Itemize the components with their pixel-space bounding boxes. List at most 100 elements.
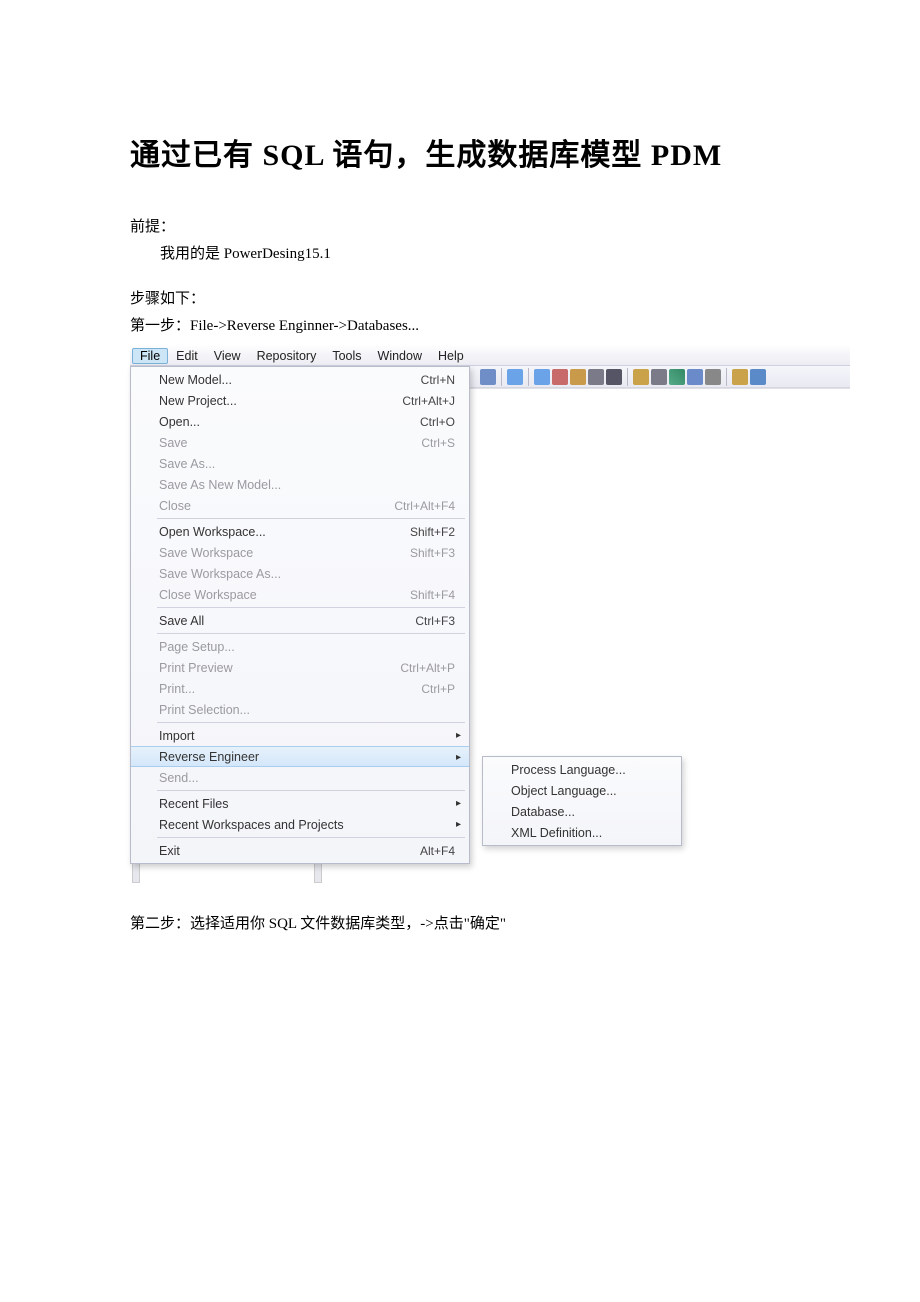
menu-separator (157, 722, 465, 723)
menu-item[interactable]: Recent Workspaces and Projects▸ (131, 814, 469, 835)
menu-item-label: New Model... (159, 373, 421, 387)
menu-separator (157, 633, 465, 634)
toolbar-icon[interactable] (552, 369, 568, 385)
toolbar-icon[interactable] (651, 369, 667, 385)
toolbar-icon[interactable] (480, 369, 496, 385)
file-menu-dropdown: New Model...Ctrl+NNew Project...Ctrl+Alt… (130, 366, 470, 864)
menu-item-label: Reverse Engineer (159, 750, 459, 764)
submenu-arrow-icon: ▸ (456, 730, 461, 741)
menu-item-label: Save Workspace (159, 546, 410, 560)
menu-separator (157, 790, 465, 791)
toolbar-icon[interactable] (507, 369, 523, 385)
menu-item-label: Send... (159, 771, 459, 785)
menu-item[interactable]: Open...Ctrl+O (131, 411, 469, 432)
menu-separator (157, 837, 465, 838)
menu-item-label: Page Setup... (159, 640, 459, 654)
menu-item-label: Open... (159, 415, 420, 429)
menu-item: Print PreviewCtrl+Alt+P (131, 657, 469, 678)
premise-body: 我用的是 PowerDesing15.1 (130, 241, 790, 268)
doc-title: 通过已有 SQL 语句，生成数据库模型 PDM (130, 130, 790, 174)
toolbar-icon[interactable] (732, 369, 748, 385)
menu-item-shortcut: Ctrl+Alt+F4 (394, 499, 459, 513)
menu-item-shortcut: Ctrl+P (421, 682, 459, 696)
menu-repository[interactable]: Repository (249, 348, 325, 364)
menu-item[interactable]: Open Workspace...Shift+F2 (131, 521, 469, 542)
document-page: 通过已有 SQL 语句，生成数据库模型 PDM 前提： 我用的是 PowerDe… (0, 0, 920, 1302)
menu-item[interactable]: New Project...Ctrl+Alt+J (131, 390, 469, 411)
menu-item-shortcut: Ctrl+S (421, 436, 459, 450)
menu-item-label: Recent Files (159, 797, 459, 811)
menu-item-label: Close (159, 499, 394, 513)
toolbar-icon[interactable] (687, 369, 703, 385)
menu-item[interactable]: Save AllCtrl+F3 (131, 610, 469, 631)
menu-item: Save WorkspaceShift+F3 (131, 542, 469, 563)
menu-file[interactable]: File (132, 348, 168, 364)
menu-item-shortcut: Ctrl+N (421, 373, 459, 387)
menu-item-label: Save Workspace As... (159, 567, 459, 581)
menu-tools[interactable]: Tools (324, 348, 369, 364)
menu-item-label: XML Definition... (511, 826, 602, 840)
menu-item: Save As New Model... (131, 474, 469, 495)
toolbar-icon[interactable] (750, 369, 766, 385)
menu-item: Print Selection... (131, 699, 469, 720)
menu-item-label: Import (159, 729, 459, 743)
menu-item-label: Save All (159, 614, 415, 628)
menu-item[interactable]: Import▸ (131, 725, 469, 746)
menu-separator (157, 518, 465, 519)
toolbar-icon[interactable] (606, 369, 622, 385)
menu-edit[interactable]: Edit (168, 348, 206, 364)
menu-item-label: Recent Workspaces and Projects (159, 818, 459, 832)
submenu-arrow-icon: ▸ (456, 798, 461, 809)
menu-item-shortcut: Ctrl+Alt+P (400, 661, 459, 675)
menu-item-shortcut: Shift+F3 (410, 546, 459, 560)
menu-item[interactable]: Recent Files▸ (131, 793, 469, 814)
toolbar-icon[interactable] (570, 369, 586, 385)
menu-window[interactable]: Window (370, 348, 430, 364)
menu-help[interactable]: Help (430, 348, 472, 364)
menu-item-label: Open Workspace... (159, 525, 410, 539)
menu-item-label: Save As... (159, 457, 459, 471)
menu-item[interactable]: ExitAlt+F4 (131, 840, 469, 861)
menu-item: SaveCtrl+S (131, 432, 469, 453)
menu-item-label: Close Workspace (159, 588, 410, 602)
premise-label: 前提： (130, 214, 790, 241)
menu-item-label: Print Preview (159, 661, 400, 675)
toolbar-text-icon[interactable] (705, 369, 721, 385)
menu-item-label: Database... (511, 805, 575, 819)
menu-item: Close WorkspaceShift+F4 (131, 584, 469, 605)
menu-item: Send... (131, 767, 469, 788)
menu-item: Save As... (131, 453, 469, 474)
submenu-xml-definition[interactable]: XML Definition... (483, 822, 681, 843)
menu-item[interactable]: Reverse Engineer▸ (131, 746, 469, 767)
menu-item-shortcut: Alt+F4 (420, 844, 459, 858)
menu-item-label: Exit (159, 844, 420, 858)
menu-separator (157, 607, 465, 608)
menu-item[interactable]: New Model...Ctrl+N (131, 369, 469, 390)
menu-item: Print...Ctrl+P (131, 678, 469, 699)
toolbar-icon[interactable] (669, 369, 685, 385)
submenu-arrow-icon: ▸ (456, 819, 461, 830)
menu-item-label: Object Language... (511, 784, 617, 798)
menubar: File Edit View Repository Tools Window H… (130, 346, 850, 366)
toolbar-icon[interactable] (633, 369, 649, 385)
menu-view[interactable]: View (206, 348, 249, 364)
submenu-object-language[interactable]: Object Language... (483, 780, 681, 801)
menu-item: Page Setup... (131, 636, 469, 657)
menu-item-label: Save As New Model... (159, 478, 459, 492)
reverse-engineer-submenu: Process Language... Object Language... D… (482, 756, 682, 846)
menu-item-label: Process Language... (511, 763, 626, 777)
submenu-arrow-icon: ▸ (456, 752, 461, 763)
menu-item-label: Print Selection... (159, 703, 459, 717)
menu-item-label: Save (159, 436, 421, 450)
toolbar-icon[interactable] (534, 369, 550, 385)
menu-item-label: New Project... (159, 394, 402, 408)
menu-item-shortcut: Shift+F2 (410, 525, 459, 539)
step-1: 第一步：File->Reverse Enginner->Databases... (130, 313, 790, 340)
submenu-database[interactable]: Database... (483, 801, 681, 822)
menu-item-shortcut: Ctrl+O (420, 415, 459, 429)
step-2: 第二步：选择适用你 SQL 文件数据库类型，->点击"确定" (130, 911, 790, 938)
menu-item-shortcut: Ctrl+F3 (415, 614, 459, 628)
toolbar-icon[interactable] (588, 369, 604, 385)
submenu-process-language[interactable]: Process Language... (483, 759, 681, 780)
menu-item-label: Print... (159, 682, 421, 696)
